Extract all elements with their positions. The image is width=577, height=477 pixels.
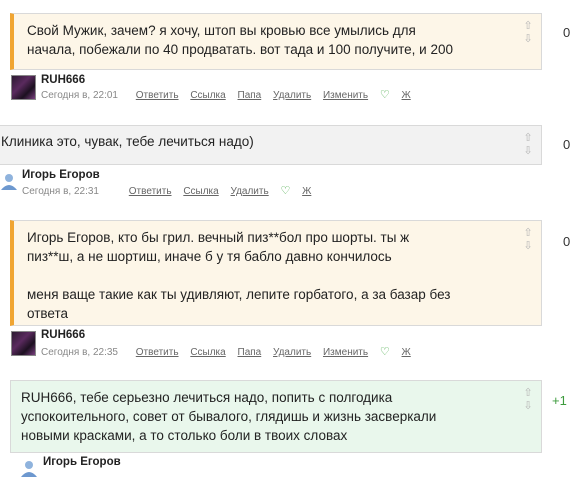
comment-text-line: меня ваще такие как ты удивляют, лепите … <box>27 287 451 302</box>
heart-icon[interactable]: ♡ <box>280 185 290 197</box>
permalink-link[interactable]: Ссылка <box>190 90 225 101</box>
reply-link[interactable]: Ответить <box>136 347 179 358</box>
edit-link[interactable]: Изменить <box>323 90 368 101</box>
comment-score: +1 <box>552 393 567 408</box>
delete-link[interactable]: Удалить <box>273 90 311 101</box>
heart-icon[interactable]: ♡ <box>380 89 390 101</box>
delete-link[interactable]: Удалить <box>273 347 311 358</box>
comment-text-line: ответа <box>27 306 69 321</box>
comment-date: Сегодня в, 22:01 <box>41 90 118 101</box>
complain-link[interactable]: Ж <box>402 347 411 358</box>
arrow-up-icon[interactable]: ⇧ <box>523 20 533 33</box>
comment-text-line: успокоительного, совет от бывалого, гляд… <box>21 409 437 424</box>
comment-score: 0 <box>563 234 571 249</box>
arrow-down-icon[interactable]: ⇩ <box>523 400 533 413</box>
reply-link[interactable]: Ответить <box>136 90 179 101</box>
arrow-up-icon[interactable]: ⇧ <box>523 387 533 400</box>
permalink-link[interactable]: Ссылка <box>190 347 225 358</box>
comment-meta: Сегодня в, 22:01 Ответить Ссылка Папа Уд… <box>41 88 411 101</box>
avatar[interactable] <box>20 459 38 477</box>
comment-author[interactable]: RUH666 <box>41 74 85 86</box>
reply-link[interactable]: Ответить <box>129 186 172 197</box>
arrow-down-icon[interactable]: ⇩ <box>523 145 533 158</box>
comment-meta: Сегодня в, 22:35 Ответить Ссылка Папа Уд… <box>41 345 411 358</box>
comment-author[interactable]: Игорь Егоров <box>22 169 100 181</box>
arrow-up-icon[interactable]: ⇧ <box>523 132 533 145</box>
avatar[interactable] <box>0 172 18 190</box>
comment-author[interactable]: Игорь Егоров <box>43 456 121 468</box>
comment-score: 0 <box>563 25 571 40</box>
arrow-down-icon[interactable]: ⇩ <box>523 240 533 253</box>
arrow-up-icon[interactable]: ⇧ <box>523 227 533 240</box>
comment-date: Сегодня в, 22:31 <box>22 186 99 197</box>
edit-link[interactable]: Изменить <box>323 347 368 358</box>
comment-meta: Сегодня в, 22:31 Ответить Ссылка Удалить… <box>22 184 311 197</box>
arrow-down-icon[interactable]: ⇩ <box>523 33 533 46</box>
heart-icon[interactable]: ♡ <box>380 346 390 358</box>
comment-3-body: Игорь Егоров, кто бы грил. вечный пиз**б… <box>10 220 542 326</box>
comment-text-line: пиз**ш, а не шортиш, иначе б у тя бабло … <box>27 249 392 264</box>
avatar[interactable] <box>11 75 36 100</box>
comment-2-body: Клиника это, чувак, тебе лечиться надо) … <box>0 125 542 165</box>
parent-link[interactable]: Папа <box>238 90 262 101</box>
comment-date: Сегодня в, 22:35 <box>41 347 118 358</box>
comment-text-line: Свой Мужик, зачем? я хочу, штоп вы кровь… <box>27 23 416 38</box>
comment-author[interactable]: RUH666 <box>41 329 85 341</box>
comment-text-line: Клиника это, чувак, тебе лечиться надо) <box>1 134 254 149</box>
permalink-link[interactable]: Ссылка <box>183 186 218 197</box>
delete-link[interactable]: Удалить <box>231 186 269 197</box>
parent-link[interactable]: Папа <box>238 347 262 358</box>
complain-link[interactable]: Ж <box>402 90 411 101</box>
comment-text-line: новыми красками, а то столько боли в тво… <box>21 428 348 443</box>
comment-1-body: Свой Мужик, зачем? я хочу, штоп вы кровь… <box>10 13 542 70</box>
comment-text-line: Игорь Егоров, кто бы грил. вечный пиз**б… <box>27 230 410 245</box>
comment-text-line: начала, побежали по 40 продватать. вот т… <box>27 42 453 57</box>
complain-link[interactable]: Ж <box>302 186 311 197</box>
comment-4-body: RUH666, тебе серьезно лечиться надо, поп… <box>10 380 542 453</box>
avatar[interactable] <box>11 331 36 356</box>
comment-text-line: RUH666, тебе серьезно лечиться надо, поп… <box>21 390 393 405</box>
comment-score: 0 <box>563 137 571 152</box>
